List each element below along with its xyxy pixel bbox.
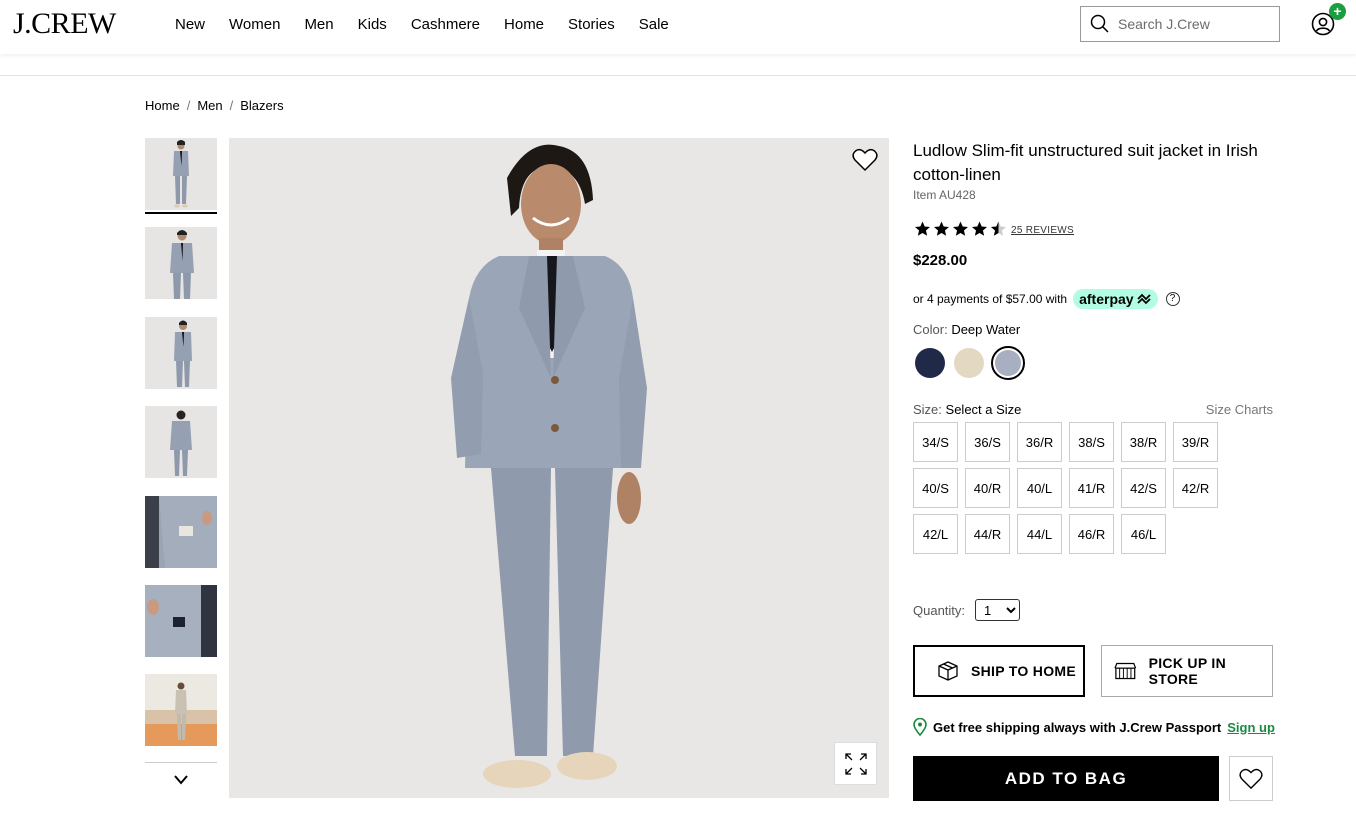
afterpay-logo-icon — [1136, 293, 1151, 305]
header-divider — [0, 75, 1356, 76]
thumbnail-active-indicator — [145, 212, 217, 214]
nav-home[interactable]: Home — [504, 16, 544, 33]
nav-men[interactable]: Men — [304, 16, 333, 33]
size-option[interactable]: 42/R — [1173, 468, 1218, 508]
size-option[interactable]: 46/L — [1121, 514, 1166, 554]
color-row: Color: Deep Water — [913, 322, 1020, 337]
thumbnail-5[interactable] — [145, 496, 217, 568]
afterpay-brand: afterpay — [1079, 291, 1134, 307]
size-option[interactable]: 44/L — [1017, 514, 1062, 554]
package-icon — [938, 661, 958, 681]
size-option[interactable]: 38/R — [1121, 422, 1166, 462]
afterpay-row: or 4 payments of $57.00 with afterpay ? — [913, 289, 1180, 309]
add-to-wishlist-button[interactable] — [1229, 756, 1273, 801]
color-swatch-khaki[interactable] — [952, 346, 986, 380]
main-nav: New Women Men Kids Cashmere Home Stories… — [175, 16, 693, 33]
thumbnail-3[interactable] — [145, 317, 217, 389]
product-title: Ludlow Slim-fit unstructured suit jacket… — [913, 141, 1258, 184]
afterpay-text: or 4 payments of $57.00 with — [913, 292, 1068, 306]
passport-banner: Get free shipping always with J.Crew Pas… — [913, 718, 1275, 736]
color-swatches — [913, 346, 1030, 380]
star-icon — [915, 221, 930, 236]
passport-text: Get free shipping always with J.Crew Pas… — [933, 719, 1222, 735]
size-option[interactable]: 44/R — [965, 514, 1010, 554]
plus-icon: + — [1329, 3, 1346, 20]
expand-image-button[interactable] — [834, 742, 877, 785]
size-row: Size: Select a Size Size Charts — [913, 402, 1273, 417]
item-number: Item AU428 — [913, 188, 976, 202]
color-swatch-deep-water[interactable] — [991, 346, 1025, 380]
size-label: Size: — [913, 402, 942, 417]
size-option[interactable]: 42/L — [913, 514, 958, 554]
quantity-select[interactable]: 1 — [975, 599, 1021, 621]
thumbnail-4[interactable] — [145, 406, 217, 478]
breadcrumb-men[interactable]: Men — [197, 98, 222, 113]
size-charts-link[interactable]: Size Charts — [1206, 402, 1273, 417]
size-option[interactable]: 40/L — [1017, 468, 1062, 508]
size-option[interactable]: 41/R — [1069, 468, 1114, 508]
size-option[interactable]: 40/S — [913, 468, 958, 508]
star-icon — [934, 221, 949, 236]
heart-icon — [1239, 768, 1263, 789]
nav-sale[interactable]: Sale — [639, 16, 669, 33]
pick-up-in-store-button[interactable]: PICK UP IN STORE — [1101, 645, 1273, 697]
passport-signup-link[interactable]: Sign up — [1227, 720, 1275, 735]
thumbnail-6[interactable] — [145, 585, 217, 657]
size-option[interactable]: 34/S — [913, 422, 958, 462]
size-option[interactable]: 38/S — [1069, 422, 1114, 462]
ship-to-home-label: SHIP TO HOME — [971, 663, 1076, 679]
color-swatch-navy[interactable] — [913, 346, 947, 380]
chevron-down-icon[interactable] — [170, 770, 192, 790]
thumbnail-divider — [145, 762, 217, 763]
breadcrumb-blazers[interactable]: Blazers — [240, 98, 283, 113]
thumbnail-1[interactable] — [145, 138, 217, 210]
size-value: Select a Size — [945, 402, 1022, 417]
breadcrumb-home[interactable]: Home — [145, 98, 180, 113]
breadcrumb: Home / Men / Blazers — [145, 98, 284, 113]
size-option[interactable]: 46/R — [1069, 514, 1114, 554]
expand-icon — [844, 752, 867, 775]
nav-new[interactable]: New — [175, 16, 205, 33]
color-label: Color: — [913, 322, 948, 337]
breadcrumb-separator: / — [229, 98, 234, 113]
help-icon[interactable]: ? — [1165, 292, 1180, 306]
search-input[interactable] — [1118, 16, 1268, 32]
add-to-bag-button[interactable]: ADD TO BAG — [913, 756, 1219, 801]
ship-to-home-button[interactable]: SHIP TO HOME — [913, 645, 1085, 697]
size-option[interactable]: 40/R — [965, 468, 1010, 508]
size-option[interactable]: 42/S — [1121, 468, 1166, 508]
search-icon — [1090, 14, 1109, 33]
store-icon — [1114, 662, 1137, 680]
nav-women[interactable]: Women — [229, 16, 280, 33]
quantity-row: Quantity: 1 — [913, 599, 1021, 621]
location-pin-icon — [913, 718, 927, 736]
nav-cashmere[interactable]: Cashmere — [411, 16, 480, 33]
product-price: $228.00 — [913, 252, 968, 269]
size-option[interactable]: 36/R — [1017, 422, 1062, 462]
nav-stories[interactable]: Stories — [568, 16, 615, 33]
thumbnail-7[interactable] — [145, 674, 217, 746]
jcrew-logo[interactable]: J.CREW — [13, 7, 116, 41]
reviews-link[interactable]: 25 REVIEWS — [1011, 225, 1074, 236]
size-grid: 34/S 36/S 36/R 38/S 38/R 39/R 40/S 40/R … — [913, 422, 1275, 560]
product-main-image[interactable] — [229, 138, 889, 798]
search-box[interactable] — [1080, 6, 1280, 42]
quantity-label: Quantity: — [913, 602, 966, 618]
color-value: Deep Water — [951, 322, 1021, 337]
star-rating[interactable] — [913, 220, 1008, 238]
thumbnail-2[interactable] — [145, 227, 217, 299]
star-icon — [953, 221, 968, 236]
site-header: J.CREW New Women Men Kids Cashmere Home … — [0, 0, 1356, 54]
wishlist-heart-icon[interactable] — [852, 148, 878, 172]
star-icon — [972, 221, 987, 236]
breadcrumb-separator: / — [186, 98, 191, 113]
size-option[interactable]: 36/S — [965, 422, 1010, 462]
afterpay-badge[interactable]: afterpay — [1073, 289, 1158, 309]
pick-up-in-store-label: PICK UP IN STORE — [1148, 655, 1227, 687]
size-option[interactable]: 39/R — [1173, 422, 1218, 462]
half-star-icon — [991, 221, 1006, 236]
nav-kids[interactable]: Kids — [358, 16, 387, 33]
